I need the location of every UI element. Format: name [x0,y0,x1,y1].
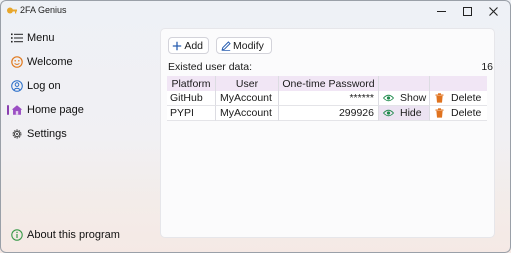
app-logo-icon [7,7,17,14]
info-icon [11,229,23,241]
column-header-user[interactable]: User [216,76,279,91]
add-button-label: Add [184,39,203,52]
home-icon [11,104,23,116]
hide-button-label: Hide [400,107,422,119]
window-title: 2FA Genius [20,5,67,15]
minimize-button[interactable] [428,1,454,21]
delete-button[interactable]: Delete [430,91,487,106]
sidebar-item-label: Settings [27,128,67,140]
user-icon [11,80,23,92]
existed-data-count: 16 [481,61,493,73]
table-cell-user[interactable]: MyAccount [216,106,279,121]
table-cell-password[interactable]: ****** [279,91,379,106]
main-panel [160,28,495,238]
maximize-button[interactable] [454,1,480,21]
menu-icon [11,32,23,44]
sidebar-item-log-on[interactable]: Log on [11,77,61,95]
show-password-button[interactable]: Show [379,91,430,106]
column-header-platform[interactable]: Platform [167,76,216,91]
maximize-icon [462,6,472,16]
sidebar-item-label: Home page [27,104,84,116]
delete-button-label: Delete [451,92,482,104]
table-cell-password[interactable]: 299926 [279,106,379,121]
column-header-delete [430,76,487,91]
smiley-icon [11,56,23,68]
selected-indicator [7,105,9,115]
column-header-toggle [379,76,430,91]
trash-icon [434,108,445,119]
close-icon [488,6,498,16]
minimize-icon [436,10,446,12]
column-header-password[interactable]: One-time Password [279,76,379,91]
trash-icon [434,93,445,104]
show-button-label: Show [400,92,427,104]
app-window: 2FA Genius Menu Welcome Log on Home page [0,0,511,253]
title-bar[interactable]: 2FA Genius [1,1,510,21]
sidebar-item-label: Log on [27,80,61,92]
sidebar-item-label: Menu [27,32,55,44]
sidebar-item-settings[interactable]: Settings [11,125,67,143]
eye-icon [383,93,394,104]
sidebar-item-home-page[interactable]: Home page [11,101,84,119]
add-button[interactable]: Add [168,37,209,54]
sidebar-item-label: About this program [27,229,120,241]
plus-icon [172,40,182,51]
eye-icon [383,108,394,119]
pencil-icon [220,40,231,51]
delete-button-label: Delete [451,107,482,119]
sidebar-item-welcome[interactable]: Welcome [11,53,73,71]
sidebar-item-label: Welcome [27,56,73,68]
delete-button[interactable]: Delete [430,106,487,121]
gear-icon [11,128,23,140]
table-cell-platform[interactable]: PYPI [167,106,216,121]
table-cell-user[interactable]: MyAccount [216,91,279,106]
sidebar-item-menu[interactable]: Menu [11,29,55,47]
modify-button-label: Modify [233,39,264,52]
table-cell-platform[interactable]: GitHub [167,91,216,106]
existed-data-label: Existed user data: [168,61,253,73]
sidebar-item-about[interactable]: About this program [11,226,120,244]
close-button[interactable] [480,1,506,21]
hide-password-button[interactable]: Hide [379,106,430,121]
modify-button[interactable]: Modify [216,37,272,54]
